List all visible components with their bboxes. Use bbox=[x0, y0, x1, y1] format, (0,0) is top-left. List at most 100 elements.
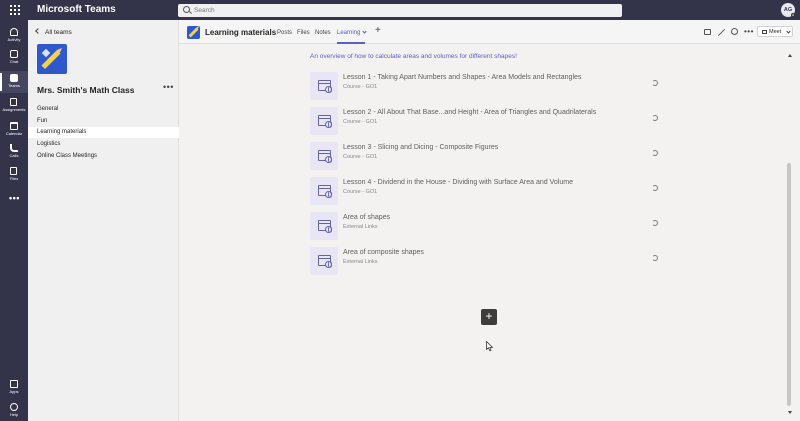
sync-icon[interactable] bbox=[652, 255, 658, 261]
more-apps-icon[interactable]: ••• bbox=[9, 194, 20, 203]
search-input[interactable] bbox=[194, 4, 614, 17]
sync-icon[interactable] bbox=[652, 80, 658, 86]
app-title: Microsoft Teams bbox=[37, 4, 116, 15]
course-link-icon bbox=[310, 72, 338, 100]
rail-item-calendar[interactable]: Calendar bbox=[0, 119, 28, 141]
item-subtitle: External Links bbox=[343, 224, 378, 230]
team-logo bbox=[37, 44, 67, 74]
external-link-icon bbox=[310, 212, 338, 240]
overview-text: An overview of how to calculate areas an… bbox=[310, 53, 517, 60]
item-subtitle: External Links bbox=[343, 259, 378, 265]
teams-icon bbox=[10, 74, 18, 82]
rail-label: Help bbox=[9, 412, 19, 417]
item-subtitle: Course - GO1 bbox=[343, 119, 378, 125]
meet-label: Meet bbox=[769, 28, 782, 35]
tab-notes[interactable]: Notes bbox=[315, 30, 331, 36]
item-title: Lesson 1 - Taking Apart Numbers and Shap… bbox=[343, 74, 582, 81]
rail-item-assignments[interactable]: Assignments bbox=[0, 95, 28, 117]
active-tab-indicator bbox=[337, 42, 365, 44]
course-link-icon bbox=[310, 142, 338, 170]
list-item[interactable]: Lesson 1 - Taking Apart Numbers and Shap… bbox=[310, 72, 660, 102]
course-link-icon bbox=[310, 177, 338, 205]
scroll-down-icon[interactable] bbox=[788, 411, 792, 414]
rail-item-apps[interactable]: Apps bbox=[0, 377, 28, 399]
more-options-icon[interactable]: ••• bbox=[163, 82, 174, 92]
scrollbar-thumb[interactable] bbox=[787, 163, 791, 406]
more-options-icon[interactable]: ••• bbox=[744, 27, 754, 36]
item-title: Lesson 3 - Slicing and Dicing - Composit… bbox=[343, 144, 499, 151]
rail-label: Teams bbox=[8, 83, 20, 88]
list-item[interactable]: Lesson 3 - Slicing and Dicing - Composit… bbox=[310, 142, 660, 172]
channel-header: Learning materials Posts Files Notes Lea… bbox=[179, 20, 800, 44]
chat-icon bbox=[10, 50, 18, 58]
video-camera-icon bbox=[762, 30, 767, 34]
phone-icon bbox=[10, 144, 18, 152]
list-item[interactable]: Lesson 2 - All About That Base...and Hei… bbox=[310, 107, 660, 137]
title-bar: Microsoft Teams AG bbox=[0, 0, 800, 20]
item-subtitle: Course - GO1 bbox=[343, 189, 378, 195]
sync-icon[interactable] bbox=[652, 185, 658, 191]
list-item[interactable]: Area of composite shapes External Links bbox=[310, 247, 660, 277]
calendar-icon bbox=[10, 122, 18, 130]
tab-learning-label: Learning bbox=[337, 30, 361, 36]
add-tab-button[interactable]: + bbox=[375, 25, 381, 36]
rail-label: Assignments bbox=[2, 107, 26, 112]
tab-files[interactable]: Files bbox=[297, 30, 310, 36]
external-link-icon bbox=[310, 247, 338, 275]
sync-icon[interactable] bbox=[652, 220, 658, 226]
tab-learning[interactable]: Learning bbox=[337, 28, 367, 36]
back-to-teams-link[interactable]: All teams bbox=[35, 28, 72, 36]
channel-fun[interactable]: Fun bbox=[28, 116, 179, 127]
rail-item-chat[interactable]: Chat bbox=[0, 47, 28, 69]
team-logo-small bbox=[187, 26, 200, 39]
help-icon bbox=[10, 403, 18, 411]
tab-posts[interactable]: Posts bbox=[277, 30, 292, 36]
channel-logistics[interactable]: Logistics bbox=[28, 139, 179, 150]
list-item[interactable]: Lesson 4 - Dividend in the House - Divid… bbox=[310, 177, 660, 207]
channel-name: Learning materials bbox=[205, 28, 277, 37]
search-box[interactable] bbox=[178, 4, 622, 17]
refresh-icon[interactable] bbox=[731, 28, 738, 35]
rail-label: Apps bbox=[9, 389, 19, 394]
channel-learning-materials[interactable]: Learning materials bbox=[28, 127, 179, 138]
back-label: All teams bbox=[45, 29, 72, 36]
assignments-icon bbox=[10, 98, 17, 106]
item-subtitle: Course - GO1 bbox=[343, 84, 378, 90]
chevron-down-icon bbox=[362, 28, 367, 34]
rail-item-files[interactable]: Files bbox=[0, 164, 28, 186]
channel-general[interactable]: General bbox=[28, 104, 179, 115]
chevron-down-icon bbox=[786, 28, 791, 34]
app-launcher-icon[interactable] bbox=[9, 4, 21, 16]
meet-button[interactable]: Meet bbox=[757, 26, 793, 37]
scrollbar[interactable] bbox=[785, 45, 800, 421]
add-item-button[interactable]: + bbox=[481, 309, 497, 325]
rail-label: Files bbox=[9, 176, 19, 181]
sync-icon[interactable] bbox=[652, 150, 658, 156]
channel-online-class-meetings[interactable]: Online Class Meetings bbox=[28, 151, 179, 162]
course-link-icon bbox=[310, 107, 338, 135]
rail-item-activity[interactable]: Activity bbox=[0, 25, 28, 47]
app-rail: Activity Chat Teams Assignments Calendar… bbox=[0, 20, 28, 421]
conversation-icon[interactable] bbox=[704, 29, 711, 35]
apps-icon bbox=[10, 380, 18, 388]
item-title: Lesson 2 - All About That Base...and Hei… bbox=[343, 109, 597, 116]
scroll-up-icon[interactable] bbox=[788, 54, 792, 57]
rail-item-teams[interactable]: Teams bbox=[0, 71, 28, 93]
team-panel: All teams Mrs. Smith's Math Class ••• Ge… bbox=[28, 20, 179, 421]
sync-icon[interactable] bbox=[652, 115, 658, 121]
team-name: Mrs. Smith's Math Class bbox=[37, 85, 135, 95]
rail-label: Calls bbox=[9, 153, 19, 158]
item-title: Area of composite shapes bbox=[343, 249, 424, 256]
expand-icon[interactable] bbox=[717, 28, 725, 36]
search-icon bbox=[183, 6, 190, 13]
rail-item-calls[interactable]: Calls bbox=[0, 141, 28, 163]
rail-label: Chat bbox=[9, 59, 19, 64]
rail-label: Activity bbox=[7, 37, 21, 42]
rail-item-help[interactable]: Help bbox=[0, 400, 28, 421]
learning-content: An overview of how to calculate areas an… bbox=[179, 45, 785, 421]
bell-icon bbox=[10, 28, 18, 36]
item-title: Area of shapes bbox=[343, 214, 391, 221]
chevron-left-icon bbox=[35, 28, 41, 34]
presence-status-icon bbox=[791, 13, 795, 17]
list-item[interactable]: Area of shapes External Links bbox=[310, 212, 660, 242]
